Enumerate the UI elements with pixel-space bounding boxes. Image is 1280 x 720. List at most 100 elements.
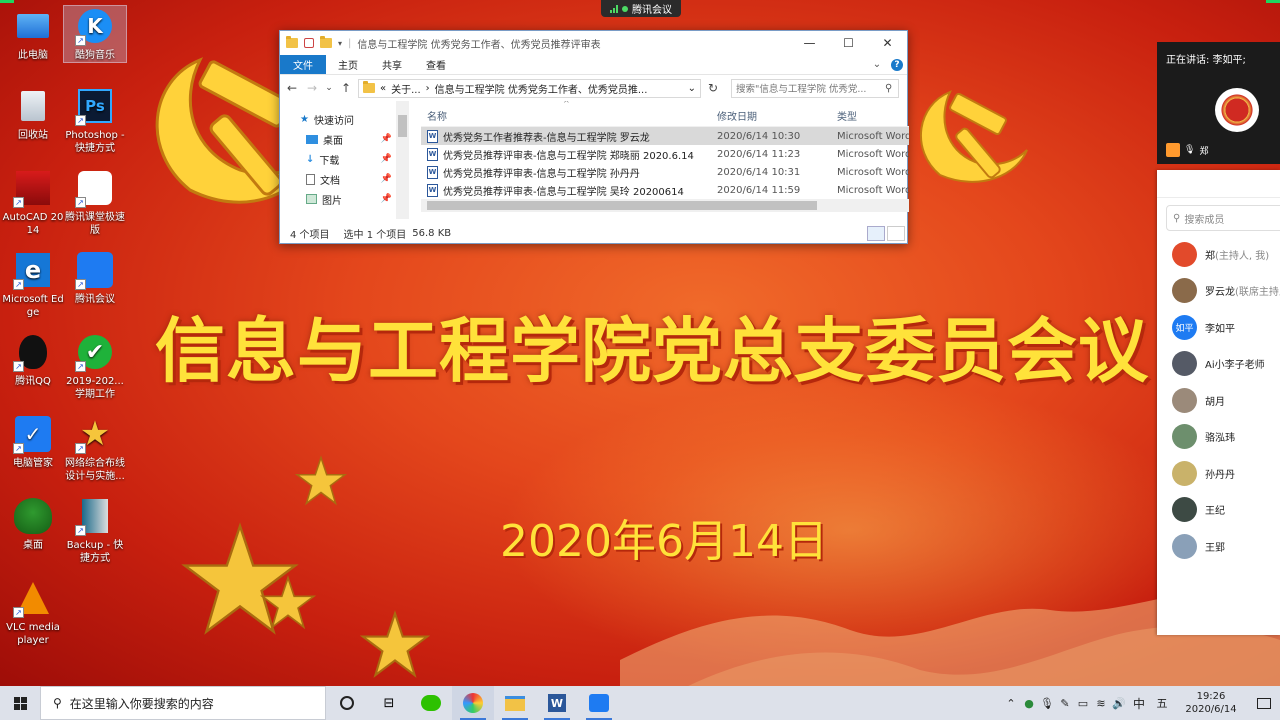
quick-access-dropdown-icon[interactable]: ▾: [338, 39, 342, 48]
desktop-icon[interactable]: ↗ VLC media player: [2, 578, 64, 647]
action-center-button[interactable]: [1248, 697, 1280, 709]
ribbon-expand-chevron-icon[interactable]: ⌄: [867, 55, 887, 74]
member-list-item[interactable]: 罗云龙(联席主持人): [1157, 273, 1280, 310]
large-icons-view-button[interactable]: [887, 226, 905, 241]
desktop-icon[interactable]: ✔ ↗ 2019-202... 学期工作: [64, 332, 126, 401]
minimize-button[interactable]: —: [790, 31, 829, 55]
forward-button[interactable]: →: [304, 81, 320, 95]
file-row[interactable]: W 优秀党务工作者推荐表-信息与工程学院 罗云龙 2020/6/14 10:30 Mi…: [421, 127, 909, 145]
details-view-button[interactable]: [867, 226, 885, 241]
file-list-hscrollbar[interactable]: [421, 199, 909, 212]
microphone-icon[interactable]: 🎙: [1038, 686, 1056, 720]
explorer-titlebar[interactable]: ▾ | 信息与工程学院 优秀党务工作者、优秀党员推荐评审表 — ☐ ✕: [280, 31, 907, 55]
network-shield-icon[interactable]: ●: [1020, 686, 1038, 720]
taskbar-tencent-meeting[interactable]: [578, 686, 620, 720]
cortana-button[interactable]: [326, 686, 368, 720]
member-list-item[interactable]: 胡月: [1157, 382, 1280, 419]
battery-icon[interactable]: ▭: [1074, 686, 1092, 720]
desktop-icon[interactable]: ↗ 腾讯QQ: [2, 332, 64, 388]
file-modified-date: 2020/6/14 10:30: [717, 130, 801, 142]
desktop-icon[interactable]: ↗ 腾讯会议: [64, 250, 126, 306]
desktop-icon[interactable]: ↗ AutoCAD 2014: [2, 168, 64, 237]
pen-icon[interactable]: ✎: [1056, 686, 1074, 720]
volume-icon[interactable]: 🔊: [1110, 686, 1128, 720]
file-explorer-window[interactable]: ▾ | 信息与工程学院 优秀党务工作者、优秀党员推荐评审表 — ☐ ✕ 文件 主…: [279, 30, 909, 244]
tab-home[interactable]: 主页: [326, 55, 370, 74]
nav-item-desktop[interactable]: 桌面 📌: [280, 129, 398, 149]
address-separator[interactable]: ›: [426, 83, 430, 94]
desktop-icon[interactable]: ↗ Backup - 快捷方式: [64, 496, 126, 565]
column-modified[interactable]: 修改日期: [717, 108, 757, 123]
maximize-button[interactable]: ☐: [829, 31, 868, 55]
member-list-item[interactable]: 王纪: [1157, 492, 1280, 529]
member-list-item[interactable]: 孙丹丹: [1157, 455, 1280, 492]
desktop-icon[interactable]: Ps ↗ Photoshop - 快捷方式: [64, 86, 126, 155]
desktop-icon[interactable]: ↗ 腾讯课堂极速版: [64, 168, 126, 237]
member-list-item[interactable]: Ai小李子老师: [1157, 346, 1280, 383]
taskbar-file-explorer[interactable]: [494, 686, 536, 720]
clock[interactable]: 19:26 2020/6/14: [1174, 690, 1248, 716]
desktop-icon[interactable]: 回收站: [2, 86, 64, 142]
up-button[interactable]: ↑: [338, 81, 354, 95]
desktop-icon[interactable]: ★ ↗ 网络综合布线设计与实施...: [64, 414, 126, 483]
nav-item-pictures[interactable]: 图片 📌: [280, 189, 398, 209]
tab-share[interactable]: 共享: [370, 55, 414, 74]
member-list-item[interactable]: 骆泓玮: [1157, 419, 1280, 456]
member-name: 王纪: [1205, 506, 1225, 518]
member-list-item[interactable]: 如平 李如平: [1157, 309, 1280, 346]
member-name: 罗云龙: [1205, 287, 1235, 299]
column-name[interactable]: 名称: [427, 108, 447, 123]
desktop-icon[interactable]: 桌面: [2, 496, 64, 552]
help-button[interactable]: ?: [887, 55, 907, 74]
recent-locations-chevron-icon[interactable]: ⌄: [324, 83, 334, 93]
file-row[interactable]: W 优秀党员推荐评审表-信息与工程学院 孙丹丹 2020/6/14 10:31 Mic…: [421, 163, 909, 181]
member-search-input[interactable]: ⚲ 搜索成员: [1166, 205, 1280, 231]
nav-quick-access[interactable]: ★ 快速访问: [280, 109, 398, 129]
taskbar-meeting-share[interactable]: [452, 686, 494, 720]
show-hidden-icons-chevron-icon[interactable]: ⌃: [1002, 686, 1020, 720]
desktop-icon[interactable]: ✓ ↗ 电脑管家: [2, 414, 64, 470]
nav-item-documents[interactable]: 文档 📌: [280, 169, 398, 189]
taskbar-word[interactable]: W: [536, 686, 578, 720]
wifi-icon[interactable]: ≋: [1092, 686, 1110, 720]
self-name: 郑: [1199, 146, 1209, 157]
scrollbar-thumb[interactable]: [398, 115, 407, 137]
ime-mode-indicator[interactable]: 五: [1150, 686, 1174, 720]
hscrollbar-thumb[interactable]: [427, 201, 817, 210]
desktop-icon[interactable]: K ↗ 酷狗音乐: [63, 5, 127, 63]
explorer-search-input[interactable]: 搜索"信息与工程学院 优秀党...: [731, 78, 899, 98]
member-list-item[interactable]: 王郢: [1157, 528, 1280, 565]
address-crumb-parent[interactable]: 关于...: [391, 81, 421, 96]
address-crumb-current[interactable]: 信息与工程学院 优秀党务工作者、优秀党员推...: [435, 81, 648, 96]
close-button[interactable]: ✕: [868, 31, 907, 55]
address-overflow[interactable]: «: [380, 83, 386, 94]
task-view-button[interactable]: ⊟: [368, 686, 410, 720]
desktop-icon[interactable]: 此电脑: [2, 6, 64, 62]
column-type[interactable]: 类型: [837, 108, 857, 123]
refresh-button[interactable]: ↻: [705, 81, 721, 95]
nav-item-downloads[interactable]: ↓ 下载 📌: [280, 149, 398, 169]
tencent-classroom-icon: ↗: [75, 168, 115, 208]
taskbar-search-box[interactable]: ⚲ 在这里输入你要搜索的内容: [40, 686, 326, 720]
start-button[interactable]: [0, 686, 40, 720]
new-folder-icon[interactable]: [320, 36, 332, 48]
desktop-icon-label: AutoCAD 2014: [2, 212, 64, 236]
desktop-icon[interactable]: e ↗ Microsoft Edge: [2, 250, 64, 319]
member-list-item[interactable]: 郑 (主持人, 我): [1157, 236, 1280, 273]
meeting-status-pill[interactable]: 腾讯会议: [601, 0, 681, 17]
file-row[interactable]: W 优秀党员推荐评审表-信息与工程学院 吴玲 20200614 2020/6/14 …: [421, 181, 909, 199]
address-dropdown-icon[interactable]: ⌄: [688, 83, 696, 94]
shortcut-arrow-icon: ↗: [13, 443, 24, 454]
taskbar-wechat[interactable]: [410, 686, 452, 720]
tab-view[interactable]: 查看: [414, 55, 458, 74]
speaker-video-tile[interactable]: 正在讲话: 李如平; 🎙 郑: [1157, 42, 1280, 164]
address-bar[interactable]: « 关于... › 信息与工程学院 优秀党务工作者、优秀党员推... ⌄: [358, 78, 701, 98]
file-row[interactable]: W 优秀党员推荐评审表-信息与工程学院 郑晓丽 2020.6.14 2020/6/1…: [421, 145, 909, 163]
ime-indicator[interactable]: 中: [1128, 686, 1150, 720]
tab-file[interactable]: 文件: [280, 55, 326, 74]
file-type: Microsoft Word: [837, 130, 909, 142]
navigation-scrollbar[interactable]: [396, 101, 409, 219]
member-avatar: [1172, 533, 1197, 559]
properties-icon[interactable]: [304, 38, 314, 48]
back-button[interactable]: ←: [284, 81, 300, 95]
